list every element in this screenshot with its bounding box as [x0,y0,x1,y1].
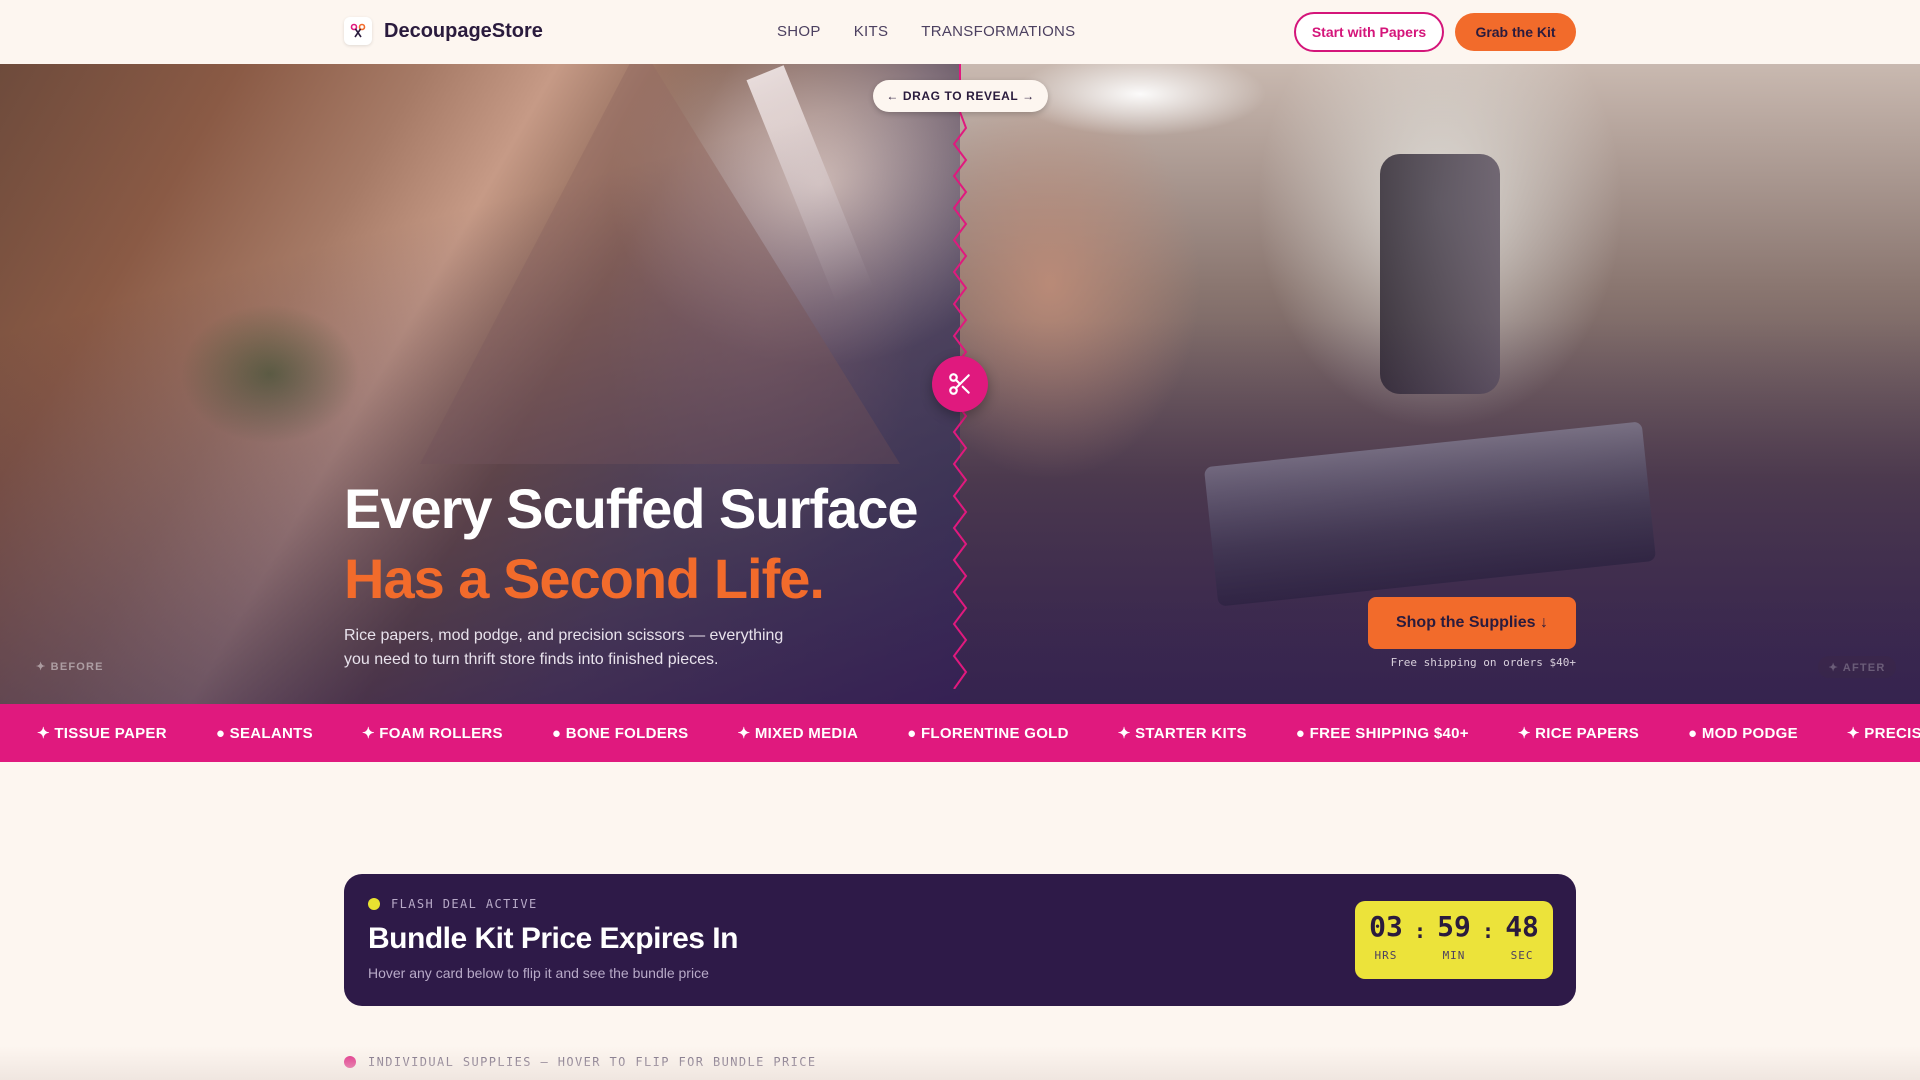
brand-name: DecoupageStore [384,19,543,42]
ticker-item[interactable]: ● FREE SHIPPING $40+ [1296,725,1469,742]
countdown-timer: 03 HRS : 59 MIN : 48 SEC [1355,901,1553,979]
status-dot-icon [368,898,380,910]
start-with-papers-button[interactable]: Start with Papers [1294,12,1444,52]
ticker-item[interactable]: ● MOD PODGE [1688,725,1798,742]
shipping-note: Free shipping on orders $40+ [1390,656,1576,669]
hero-before-after: ← DRAG TO REVEAL → Every Scuffed Surface… [0,64,1920,704]
nav-link-transformations[interactable]: TRANSFORMATIONS [921,23,1075,40]
hero-title-line2: Has a Second Life. [344,547,825,610]
before-label: ✦ BEFORE [36,661,104,673]
ticker-item[interactable]: ● SEALANTS [216,725,313,742]
ticker-item[interactable]: ● FLORENTINE GOLD [907,725,1069,742]
drag-to-reveal-hint[interactable]: ← DRAG TO REVEAL → [873,80,1048,112]
ticker-item[interactable]: ✦ MIXED MEDIA [737,724,858,742]
ticker-item[interactable]: ✦ RICE PAPERS [1518,724,1639,742]
ticker-item[interactable]: ✦ PRECISION SCISSORS [1847,724,1920,742]
snow-streak [746,65,874,303]
ticker-item[interactable]: ✦ STARTER KITS [1118,724,1247,742]
hero-title-line1: Every Scuffed Surface [344,477,918,540]
flash-deal-badge-text: FLASH DEAL ACTIVE [391,897,538,911]
section-label-text: INDIVIDUAL SUPPLIES — HOVER TO FLIP FOR … [368,1055,817,1069]
ticker-item[interactable]: ✦ FOAM ROLLERS [362,724,503,742]
flash-deal-badge: FLASH DEAL ACTIVE [368,897,538,911]
timer-seconds-value: 48 [1505,910,1539,943]
tree-cluster [180,304,360,444]
section-dot-icon [344,1056,356,1068]
timer-seconds: 48 SEC [1500,910,1544,963]
drag-handle[interactable] [932,356,988,412]
nav-link-kits[interactable]: KITS [854,23,889,40]
timer-hours-label: HRS [1374,949,1398,962]
timer-separator: : [1482,919,1495,943]
flash-deal-banner: FLASH DEAL ACTIVE Bundle Kit Price Expir… [344,874,1576,1006]
top-nav: DecoupageStore SHOP KITS TRANSFORMATIONS… [0,0,1920,64]
timer-seconds-label: SEC [1510,949,1534,962]
deal-subtitle: Hover any card below to flip it and see … [368,965,709,981]
timer-minutes-label: MIN [1442,949,1466,962]
camera-body-shape [1380,154,1500,394]
after-label: ✦ AFTER [1818,656,1896,678]
camera-lens-shape [1203,421,1657,607]
deal-title: Bundle Kit Price Expires In [368,922,738,955]
hero-subtitle: Rice papers, mod podge, and precision sc… [344,627,784,668]
bottom-fade [0,1046,1920,1080]
timer-minutes: 59 MIN [1432,910,1476,963]
grab-the-kit-button[interactable]: Grab the Kit [1455,13,1576,51]
ticker-item[interactable]: ● BONE FOLDERS [552,725,689,742]
ticker-track: ✦ TISSUE PAPER ● SEALANTS ✦ FOAM ROLLERS… [37,704,1920,762]
category-ticker: ✦ TISSUE PAPER ● SEALANTS ✦ FOAM ROLLERS… [0,704,1920,762]
timer-hours-value: 03 [1369,910,1403,943]
brand[interactable]: DecoupageStore [344,17,543,45]
scissors-logo-icon [344,17,372,45]
nav-link-shop[interactable]: SHOP [777,23,821,40]
scissors-icon [949,373,970,395]
timer-minutes-value: 59 [1437,910,1471,943]
timer-separator: : [1413,919,1426,943]
individual-supplies-label: INDIVIDUAL SUPPLIES — HOVER TO FLIP FOR … [344,1055,816,1069]
mountain-shape [420,64,900,464]
shop-the-supplies-button[interactable]: Shop the Supplies ↓ [1368,597,1576,649]
ticker-item[interactable]: ✦ TISSUE PAPER [37,724,167,742]
timer-hours: 03 HRS [1364,910,1408,963]
nav-links: SHOP KITS TRANSFORMATIONS [777,23,1076,40]
